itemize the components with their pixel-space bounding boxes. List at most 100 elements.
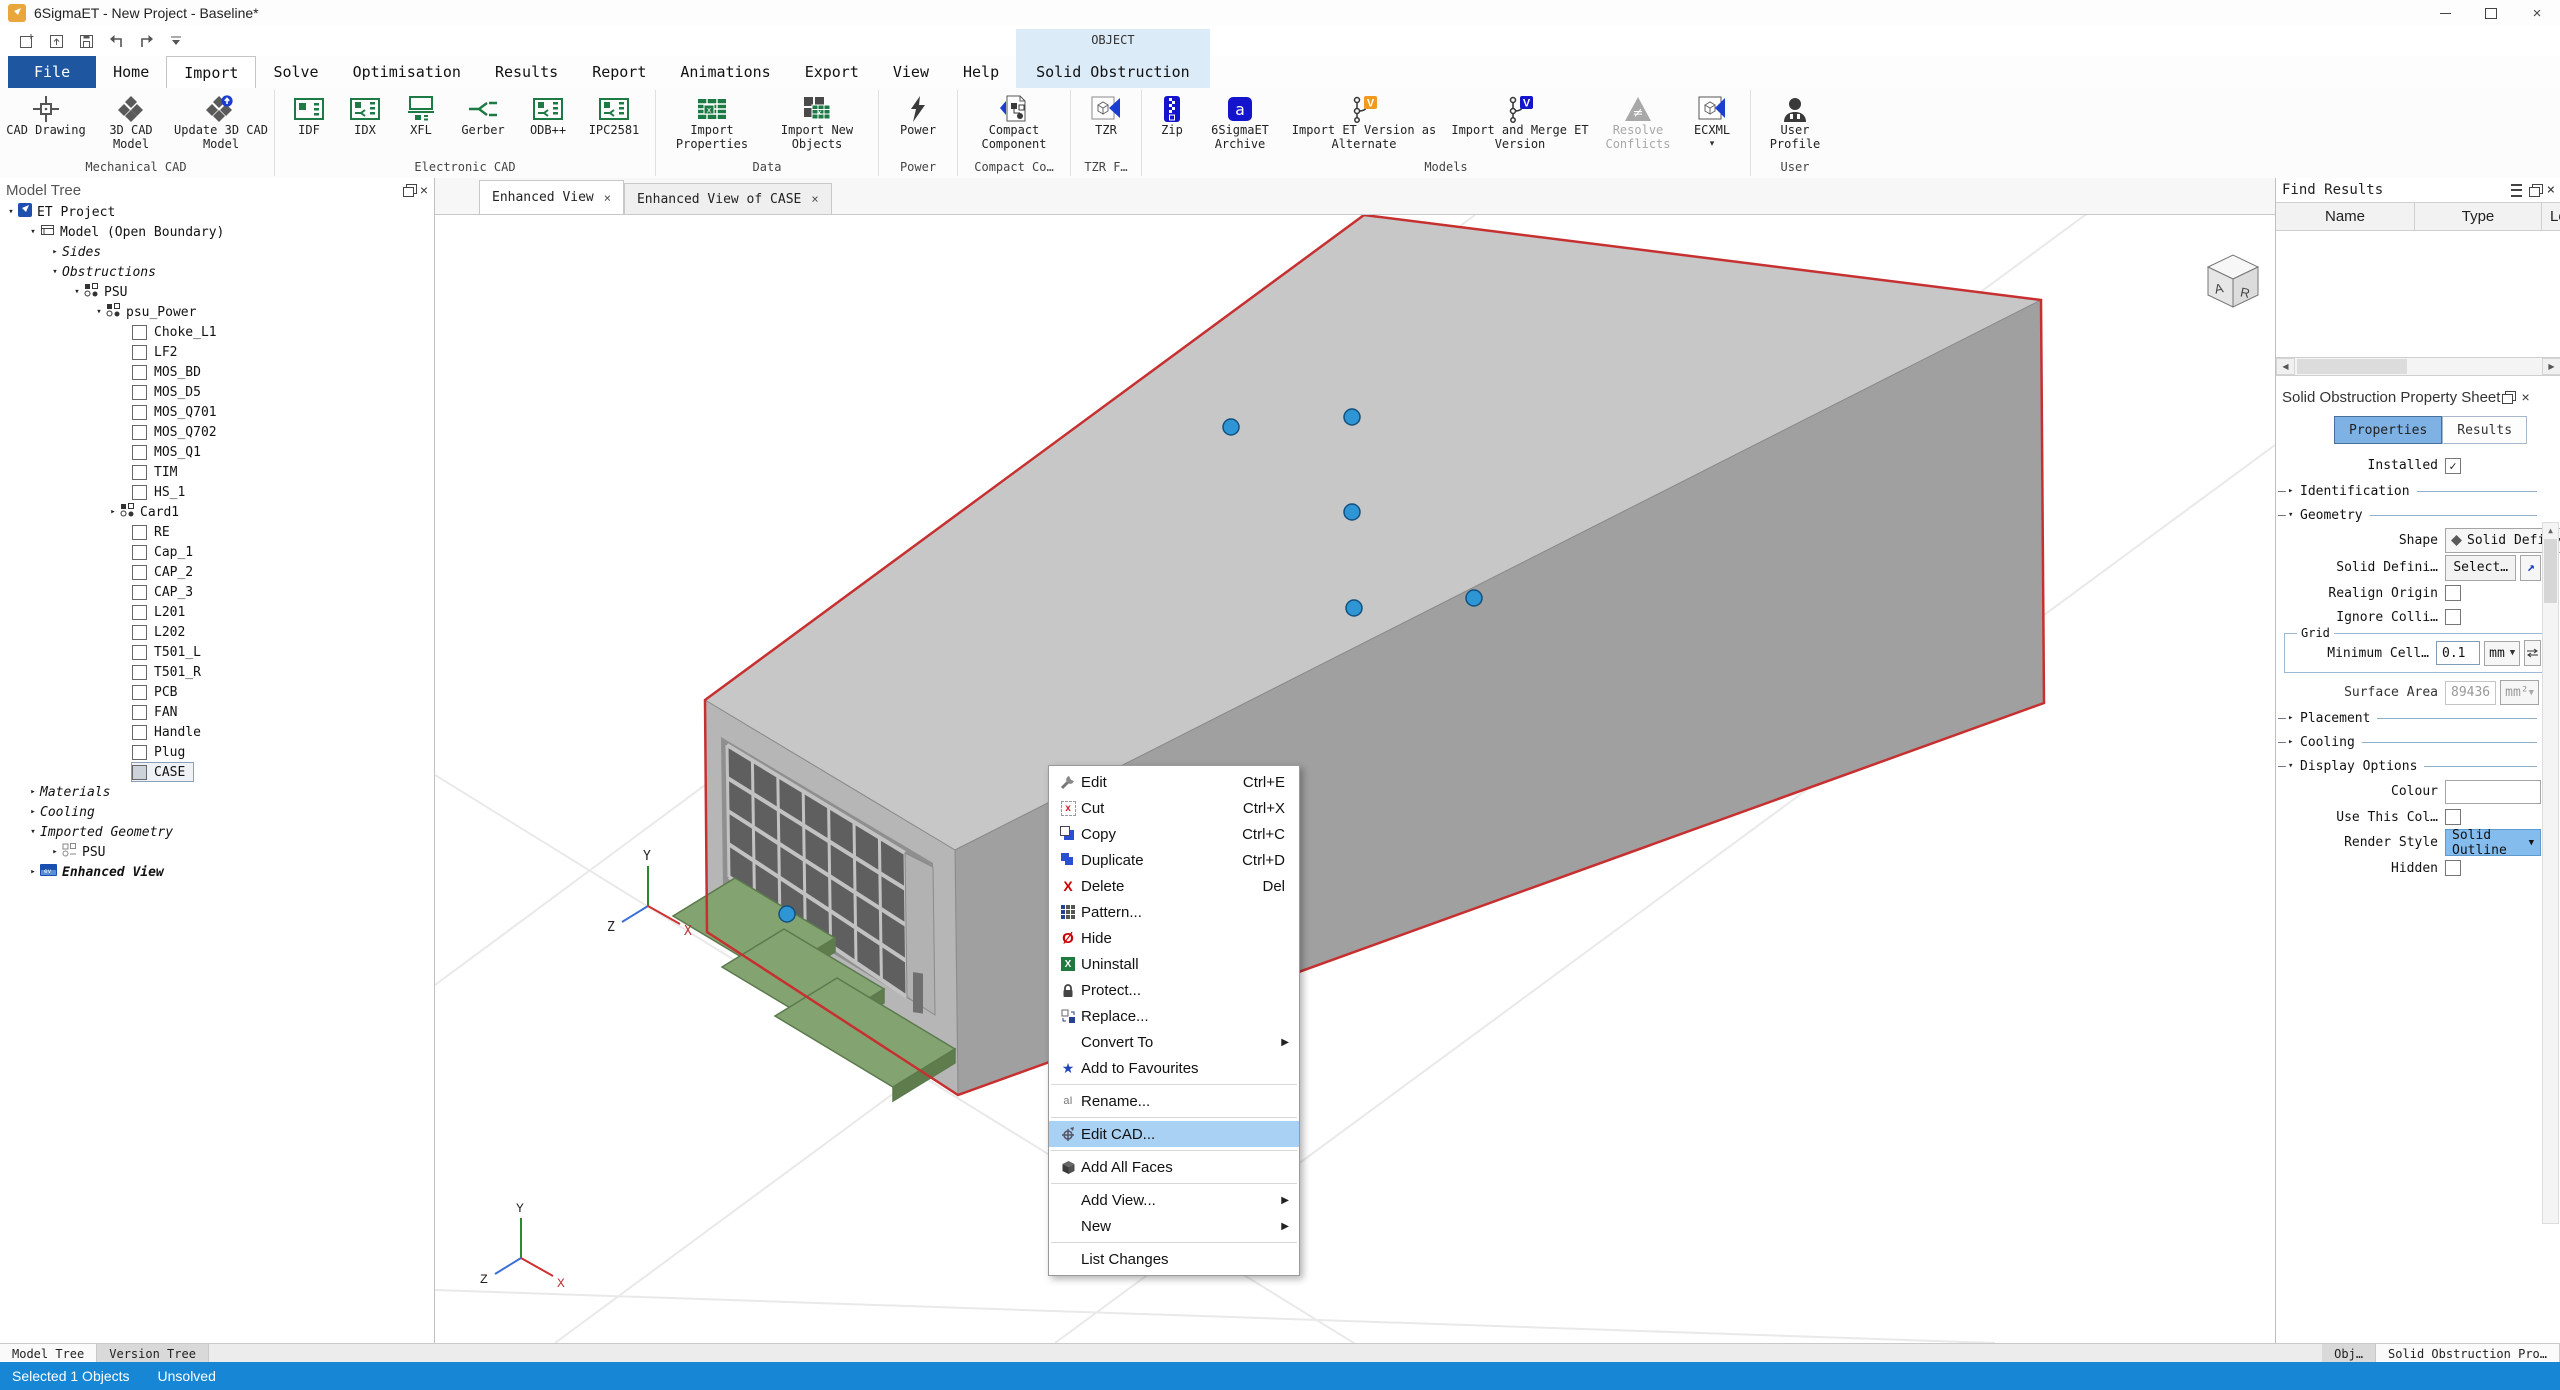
ignore-collisions-checkbox[interactable] — [2445, 609, 2461, 625]
hidden-checkbox[interactable] — [2445, 860, 2461, 876]
tab-obj[interactable]: Obj… — [2322, 1344, 2376, 1363]
tree-item-obstructions[interactable]: ▾ Obstructions — [0, 262, 434, 282]
save-icon[interactable] — [74, 29, 98, 53]
menu-item-protect[interactable]: Protect... — [1049, 977, 1299, 1003]
tab-results[interactable]: Results — [2442, 416, 2527, 444]
zip-button[interactable]: Zip — [1148, 90, 1196, 138]
tree-item-component[interactable]: L201 — [0, 602, 434, 622]
tree-item-case-selected[interactable]: CASE — [132, 762, 434, 782]
menu-home[interactable]: Home — [96, 56, 166, 88]
psu-case-model[interactable] — [673, 215, 2044, 1101]
open-project-icon[interactable] — [44, 29, 68, 53]
6sigmaet-archive-button[interactable]: a 6SigmaET Archive — [1196, 90, 1284, 152]
checkbox[interactable] — [132, 425, 147, 440]
tree-item-component[interactable]: Plug — [0, 742, 434, 762]
checkbox[interactable] — [132, 745, 147, 760]
expand-arrow-icon[interactable]: ▸ — [26, 807, 40, 817]
xfl-button[interactable]: XFL — [393, 90, 449, 138]
tree-item-imported-psu[interactable]: ▸ PSU — [0, 842, 434, 862]
column-name[interactable]: Name — [2276, 203, 2415, 230]
menu-optimisation[interactable]: Optimisation — [336, 56, 478, 88]
tree-item-card1[interactable]: ▸ Card1 — [0, 502, 434, 522]
close-button[interactable]: × — [2514, 0, 2560, 26]
tree-item-component[interactable]: HS_1 — [0, 482, 434, 502]
menu-item-add-view[interactable]: Add View...▶ — [1049, 1187, 1299, 1213]
close-tab-icon[interactable]: × — [811, 192, 818, 206]
tree-item-sides[interactable]: ▸ Sides — [0, 242, 434, 262]
menu-item-replace[interactable]: Replace... — [1049, 1003, 1299, 1029]
menu-file[interactable]: File — [8, 56, 96, 88]
expand-arrow-icon[interactable]: ▸ — [26, 787, 40, 797]
menu-item-convert-to[interactable]: Convert To▶ — [1049, 1029, 1299, 1055]
tree-item-component[interactable]: Cap_1 — [0, 542, 434, 562]
power-button[interactable]: Power — [885, 90, 951, 138]
minimum-cell-unit-dropdown[interactable]: mm▼ — [2484, 641, 2520, 666]
select-solid-button[interactable]: Select… — [2445, 555, 2516, 581]
collapse-arrow-icon[interactable]: ▾ — [92, 307, 106, 317]
tree-item-imported-geometry[interactable]: ▾ Imported Geometry — [0, 822, 434, 842]
checkbox[interactable] — [132, 545, 147, 560]
float-panel-icon[interactable] — [2502, 394, 2513, 404]
checkbox[interactable] — [132, 385, 147, 400]
section-cooling[interactable]: –▸ Cooling — [2278, 730, 2541, 754]
section-identification[interactable]: –▸ Identification — [2278, 479, 2541, 503]
menu-item-hide[interactable]: Ø Hide — [1049, 925, 1299, 951]
float-panel-icon[interactable] — [403, 187, 414, 197]
collapse-arrow-icon[interactable]: ▾ — [4, 207, 18, 217]
goto-definition-icon[interactable]: ↗ — [2520, 555, 2541, 581]
checkbox[interactable] — [132, 625, 147, 640]
close-panel-icon[interactable]: × — [420, 183, 428, 197]
tree-item-component[interactable]: T501_L — [0, 642, 434, 662]
checkbox[interactable] — [132, 465, 147, 480]
menu-solve[interactable]: Solve — [256, 56, 335, 88]
section-geometry[interactable]: –▾ Geometry — [2278, 503, 2541, 527]
tree-item-component[interactable]: FAN — [0, 702, 434, 722]
expand-arrow-icon[interactable]: ▸ — [26, 867, 40, 877]
menu-animations[interactable]: Animations — [663, 56, 787, 88]
cad-drawing-button[interactable]: CAD Drawing — [4, 90, 88, 138]
tree-item-component[interactable]: MOS_Q701 — [0, 402, 434, 422]
menu-item-uninstall[interactable]: X Uninstall — [1049, 951, 1299, 977]
scroll-left-icon[interactable]: ◀ — [2276, 358, 2295, 375]
menu-export[interactable]: Export — [788, 56, 876, 88]
tree-item-component[interactable]: T501_R — [0, 662, 434, 682]
import-merge-et-version-button[interactable]: V Import and Merge ET Version — [1444, 90, 1596, 152]
tzr-button[interactable]: TZR — [1077, 90, 1135, 138]
tree-item-component[interactable]: MOS_BD — [0, 362, 434, 382]
menu-help[interactable]: Help — [946, 56, 1016, 88]
tree-item-component[interactable]: Handle — [0, 722, 434, 742]
tab-version-tree[interactable]: Version Tree — [97, 1344, 209, 1363]
find-results-body[interactable] — [2276, 231, 2560, 358]
tab-solid-obstruction-pro[interactable]: Solid Obstruction Pro… — [2376, 1344, 2560, 1363]
ecxml-dropdown-arrow[interactable]: ▾ — [1710, 138, 1715, 149]
checkbox[interactable] — [132, 705, 147, 720]
menu-item-duplicate[interactable]: DuplicateCtrl+D — [1049, 847, 1299, 873]
menu-results[interactable]: Results — [478, 56, 575, 88]
checkbox[interactable] — [132, 565, 147, 580]
gerber-button[interactable]: Gerber — [449, 90, 517, 138]
expand-arrow-icon[interactable]: ▸ — [48, 247, 62, 257]
menu-item-cut[interactable]: x CutCtrl+X — [1049, 795, 1299, 821]
tree-item-component[interactable]: LF2 — [0, 342, 434, 362]
checkbox[interactable] — [132, 605, 147, 620]
menu-item-delete[interactable]: X DeleteDel — [1049, 873, 1299, 899]
close-tab-icon[interactable]: × — [604, 191, 611, 205]
odb-button[interactable]: ODB++ — [517, 90, 579, 138]
ecxml-button[interactable]: ECXML ▾ — [1680, 90, 1744, 149]
tree-item-component[interactable]: CAP_3 — [0, 582, 434, 602]
menu-item-add-all-faces[interactable]: Add All Faces — [1049, 1154, 1299, 1180]
import-new-objects-button[interactable]: x Import New Objects — [762, 90, 872, 152]
qat-customize-icon[interactable] — [164, 29, 188, 53]
tree-item-component[interactable]: TIM — [0, 462, 434, 482]
checkbox[interactable] — [132, 405, 147, 420]
3d-cad-model-button[interactable]: 3D CAD Model — [88, 90, 174, 152]
tree-item-et-project[interactable]: ▾ ET Project — [0, 202, 434, 222]
checkbox[interactable] — [132, 725, 147, 740]
tree-item-component[interactable]: Choke_L1 — [0, 322, 434, 342]
checkbox[interactable] — [132, 585, 147, 600]
menu-solid-obstruction[interactable]: OBJECT Solid Obstruction — [1016, 56, 1210, 88]
checkbox[interactable] — [132, 445, 147, 460]
view-cube[interactable]: A R — [2208, 255, 2258, 307]
use-this-colour-checkbox[interactable] — [2445, 809, 2461, 825]
menu-item-new[interactable]: New▶ — [1049, 1213, 1299, 1239]
